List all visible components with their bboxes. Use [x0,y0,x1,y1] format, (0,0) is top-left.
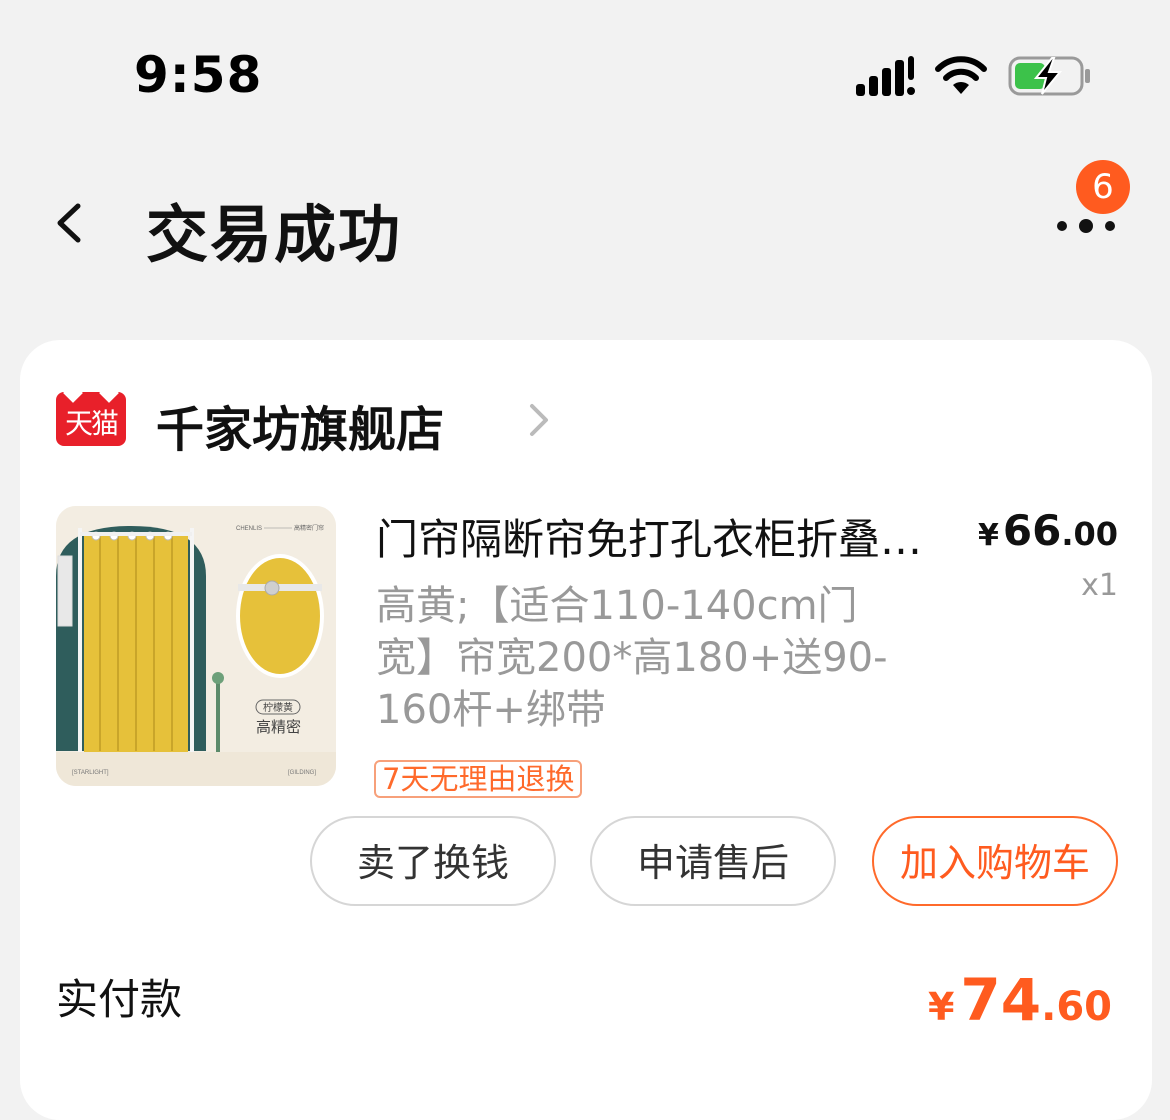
price-integer: 66 [1002,506,1062,555]
tmall-logo-text: 天猫 [64,407,119,440]
sell-for-cash-button[interactable]: 卖了换钱 [310,816,556,906]
total-paid-amount: ¥74.60 [928,966,1112,1034]
product-image-illustration: CHENLIS 高精密门帘 柠檬黄 高精密 [STARLIGHT] [GILDI… [56,506,336,786]
product-image-color-tag: 柠檬黄 [263,701,293,714]
product-spec: 高黄;【适合110-140cm门宽】帘宽200*高180+送90-160杆+绑带 [376,583,888,733]
page-title: 交易成功 [146,198,403,271]
chevron-right-icon [530,404,548,436]
notification-badge: 6 [1076,160,1130,214]
total-decimal: .60 [1041,984,1112,1030]
product-quantity: x1 [1081,568,1118,603]
product-price: ¥66.00 [978,506,1118,555]
battery-charging-icon [1008,56,1090,96]
status-bar: 9:58 [0,0,1170,150]
return-policy-tag: 7天无理由退换 [374,760,583,798]
more-dots-icon [1057,219,1115,233]
total-integer: 74 [960,966,1042,1034]
cellular-signal-icon [856,56,915,96]
product-image-type: 高精密门帘 [294,524,324,532]
product-image-quality: 高精密 [256,718,301,736]
shop-name: 千家坊旗舰店 [156,402,445,458]
product-image-brand: CHENLIS [236,526,262,532]
tmall-logo: 天猫 [56,392,126,446]
shop-row[interactable]: 天猫 千家坊旗舰店 [56,390,656,458]
product-image-label-left: [STARLIGHT] [72,770,109,776]
price-currency: ¥ [977,518,999,553]
total-currency: ¥ [927,985,955,1029]
price-decimal: .00 [1061,515,1118,553]
after-sales-button[interactable]: 申请售后 [590,816,836,906]
product-image[interactable]: CHENLIS 高精密门帘 柠檬黄 高精密 [STARLIGHT] [GILDI… [56,506,336,786]
nav-bar: 交易成功 [0,150,1170,300]
wifi-icon [935,56,987,94]
status-time: 9:58 [134,46,263,104]
product-image-label-right: [GILDING] [288,770,316,776]
product-title[interactable]: 门帘隔断帘免打孔衣柜折叠门帘卧室遮挡布 [376,506,936,567]
total-paid-label: 实付款 [56,975,183,1024]
add-to-cart-button[interactable]: 加入购物车 [872,816,1118,906]
back-arrow-icon[interactable] [50,198,90,248]
order-card: 天猫 千家坊旗舰店 CHENLIS 高精密门帘 柠檬黄 高精密 [STARLIG… [20,340,1152,1120]
